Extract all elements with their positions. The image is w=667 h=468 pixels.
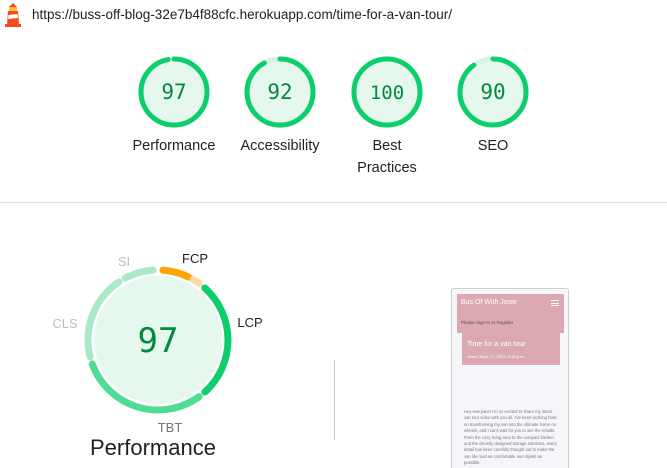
category-gauges: 97 Performance 92 Accessibility 100 Best Prac… [0,0,667,200]
preview-login-text: Please Sign In or Register [461,320,514,325]
category-label: SEO [477,138,509,154]
hamburger-icon [551,300,559,306]
metric-fcp-remainder-arc[interactable] [189,275,203,287]
category-score: 97 [161,80,186,104]
performance-title: Performance [90,435,216,460]
preview-navbar: Bus Of With Josie Please Sign In or Regi… [457,294,564,333]
gauge-score: 97 [138,321,179,361]
preview-post-body: Hey everyone! I'm so excited to share my… [464,409,557,466]
category-gauge[interactable]: 90 SEO [438,55,548,157]
metric-cls-label[interactable]: CLS [52,316,78,331]
category-score: 100 [370,82,404,104]
metric-lcp-label[interactable]: LCP [237,315,262,330]
score-ring: 90 [457,56,529,128]
preview-post-title: Time for a van tour [467,341,526,348]
preview-post-header: Time for a van tour Josie | Sept. 17, 20… [462,331,560,365]
metric-tbt-label[interactable]: TBT [158,420,183,435]
category-label: Accessibility [240,138,320,154]
preview-post-meta: Josie | Sept. 17, 2023, 9:12 p.m. [467,354,525,359]
category-score: 92 [267,80,292,104]
metric-fcp-arc[interactable] [159,266,193,281]
category-score: 90 [480,80,505,104]
metric-fcp-label[interactable]: FCP [182,251,208,266]
category-gauge[interactable]: 92 Accessibility [225,55,335,157]
page-preview[interactable]: Bus Of With Josie Please Sign In or Regi… [451,288,569,468]
preview-brand: Bus Of With Josie [461,299,517,306]
metric-si-label[interactable]: SI [118,254,130,269]
category-gauge[interactable]: 100 Best Practices [332,55,442,179]
category-label: Performance [132,138,216,154]
performance-gauge: 97 SI FCP LCP CLS TBT [52,251,262,435]
score-ring: 100 [351,56,423,128]
score-ring: 97 [138,56,210,128]
vertical-separator [334,360,335,440]
category-gauge[interactable]: 97 Performance [119,55,229,157]
section-divider [0,202,667,203]
category-label: Best Practices [357,138,417,176]
score-ring: 92 [244,56,316,128]
